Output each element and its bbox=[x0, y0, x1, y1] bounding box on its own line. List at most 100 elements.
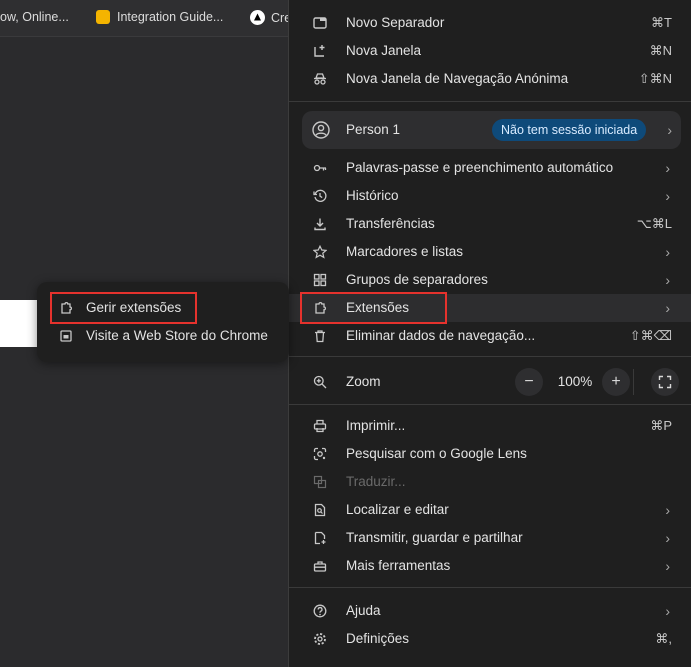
fullscreen-icon bbox=[658, 375, 672, 389]
chevron-right-icon: › bbox=[665, 188, 670, 204]
triangle-logo-icon bbox=[250, 10, 265, 25]
chrome-main-menu: Novo Separador ⌘T Nova Janela ⌘N Nova Ja… bbox=[288, 0, 691, 667]
settings-icon bbox=[313, 632, 327, 646]
history-icon bbox=[313, 189, 327, 203]
chevron-right-icon: › bbox=[665, 272, 670, 288]
chevron-right-icon: › bbox=[665, 558, 670, 574]
zoom-in-button[interactable]: + bbox=[602, 368, 630, 396]
bookmark-item[interactable]: ow, Online... bbox=[0, 10, 69, 24]
zoom-divider bbox=[633, 369, 634, 395]
menu-item-label: Novo Separador bbox=[346, 15, 445, 30]
menu-item-label: Nova Janela de Navegação Anónima bbox=[346, 71, 569, 86]
menu-item-help[interactable]: Ajuda › bbox=[289, 597, 691, 625]
menu-item-history[interactable]: Histórico › bbox=[289, 182, 691, 210]
menu-separator bbox=[289, 587, 691, 588]
submenu-item-manage-extensions[interactable]: Gerir extensões bbox=[37, 294, 289, 322]
shortcut: ⇧⌘⌫ bbox=[629, 328, 672, 343]
fullscreen-button[interactable] bbox=[651, 368, 679, 396]
menu-item-downloads[interactable]: Transferências ⌥⌘L bbox=[289, 210, 691, 238]
shortcut: ⌘, bbox=[655, 631, 672, 646]
menu-item-settings[interactable]: Definições ⌘, bbox=[289, 625, 691, 653]
new-tab-icon bbox=[313, 16, 327, 30]
trash-icon bbox=[313, 329, 327, 343]
tab-groups-icon bbox=[313, 273, 327, 287]
menu-item-label: Transmitir, guardar e partilhar bbox=[346, 530, 523, 545]
bookmark-item[interactable]: Cre bbox=[250, 10, 291, 25]
bookmark-label: ow, Online... bbox=[0, 10, 69, 24]
menu-item-find-edit[interactable]: Localizar e editar › bbox=[289, 496, 691, 524]
shortcut: ⌘P bbox=[650, 418, 672, 433]
menu-item-label: Transferências bbox=[346, 216, 435, 231]
menu-item-label: Pesquisar com o Google Lens bbox=[346, 446, 527, 461]
chevron-right-icon: › bbox=[665, 603, 670, 619]
menu-item-label: Definições bbox=[346, 631, 410, 646]
shortcut: ⌥⌘L bbox=[636, 216, 672, 231]
menu-item-label: Marcadores e listas bbox=[346, 244, 464, 259]
menu-item-new-tab[interactable]: Novo Separador ⌘T bbox=[289, 9, 691, 37]
menu-item-label: Localizar e editar bbox=[346, 502, 449, 517]
web-store-icon bbox=[59, 329, 73, 343]
shortcut: ⇧⌘N bbox=[638, 71, 672, 86]
menu-item-cast-save-share[interactable]: Transmitir, guardar e partilhar › bbox=[289, 524, 691, 552]
chevron-right-icon: › bbox=[667, 122, 672, 138]
menu-item-print[interactable]: Imprimir... ⌘P bbox=[289, 412, 691, 440]
menu-item-incognito[interactable]: Nova Janela de Navegação Anónima ⇧⌘N bbox=[289, 65, 691, 93]
menu-separator bbox=[289, 101, 691, 102]
menu-item-passwords[interactable]: Palavras-passe e preenchimento automátic… bbox=[289, 154, 691, 182]
slides-icon bbox=[96, 10, 110, 24]
chevron-right-icon: › bbox=[665, 244, 670, 260]
menu-item-more-tools[interactable]: Mais ferramentas › bbox=[289, 552, 691, 580]
sign-in-status-badge[interactable]: Não tem sessão iniciada bbox=[492, 119, 647, 141]
cast-icon bbox=[313, 531, 327, 545]
menu-separator bbox=[289, 356, 691, 357]
menu-item-bookmarks[interactable]: Marcadores e listas › bbox=[289, 238, 691, 266]
menu-item-label: Grupos de separadores bbox=[346, 272, 488, 287]
submenu-item-label: Gerir extensões bbox=[86, 300, 182, 315]
bookmark-integration-guide[interactable]: Integration Guide... bbox=[96, 10, 223, 24]
zoom-value: 100% bbox=[557, 374, 593, 389]
menu-item-zoom: Zoom bbox=[289, 368, 691, 396]
star-icon bbox=[313, 245, 327, 259]
menu-item-tab-groups[interactable]: Grupos de separadores › bbox=[289, 266, 691, 294]
menu-item-new-window[interactable]: Nova Janela ⌘N bbox=[289, 37, 691, 65]
menu-separator bbox=[289, 404, 691, 405]
find-icon bbox=[313, 503, 327, 517]
menu-item-label: Mais ferramentas bbox=[346, 558, 451, 573]
menu-item-label: Eliminar dados de navegação... bbox=[346, 328, 536, 343]
new-window-icon bbox=[313, 44, 327, 58]
extensions-submenu: Gerir extensões Visite a Web Store do Ch… bbox=[37, 282, 289, 362]
shortcut: ⌘N bbox=[649, 43, 672, 58]
menu-item-label: Ajuda bbox=[346, 603, 381, 618]
menu-item-clear-data[interactable]: Eliminar dados de navegação... ⇧⌘⌫ bbox=[289, 322, 691, 350]
menu-item-extensions[interactable]: Extensões › bbox=[289, 294, 691, 322]
chevron-right-icon: › bbox=[665, 530, 670, 546]
profile-row[interactable]: Person 1 Não tem sessão iniciada › bbox=[302, 111, 681, 149]
download-icon bbox=[313, 217, 327, 231]
menu-item-label: Histórico bbox=[346, 188, 399, 203]
submenu-item-web-store[interactable]: Visite a Web Store do Chrome bbox=[37, 322, 289, 350]
help-icon bbox=[313, 604, 327, 618]
shortcut: ⌘T bbox=[651, 15, 672, 30]
key-icon bbox=[313, 161, 327, 175]
zoom-label: Zoom bbox=[346, 374, 381, 389]
print-icon bbox=[313, 419, 327, 433]
submenu-item-label: Visite a Web Store do Chrome bbox=[86, 328, 268, 343]
menu-item-google-lens[interactable]: Pesquisar com o Google Lens bbox=[289, 440, 691, 468]
extension-icon bbox=[59, 301, 73, 315]
translate-icon bbox=[313, 475, 327, 489]
profile-name: Person 1 bbox=[346, 122, 401, 137]
incognito-icon bbox=[313, 72, 327, 86]
zoom-icon bbox=[313, 375, 327, 389]
chevron-right-icon: › bbox=[665, 300, 670, 316]
zoom-out-button[interactable]: − bbox=[515, 368, 543, 396]
lens-icon bbox=[313, 447, 327, 461]
menu-item-translate: Traduzir... bbox=[289, 468, 691, 496]
toolbox-icon bbox=[313, 559, 327, 573]
menu-item-label: Nova Janela bbox=[346, 43, 422, 58]
chevron-right-icon: › bbox=[665, 502, 670, 518]
menu-item-label: Imprimir... bbox=[346, 418, 406, 433]
bookmark-label: Integration Guide... bbox=[117, 10, 224, 24]
menu-item-label: Extensões bbox=[346, 300, 410, 315]
person-icon bbox=[312, 121, 330, 139]
menu-item-label: Traduzir... bbox=[346, 474, 406, 489]
